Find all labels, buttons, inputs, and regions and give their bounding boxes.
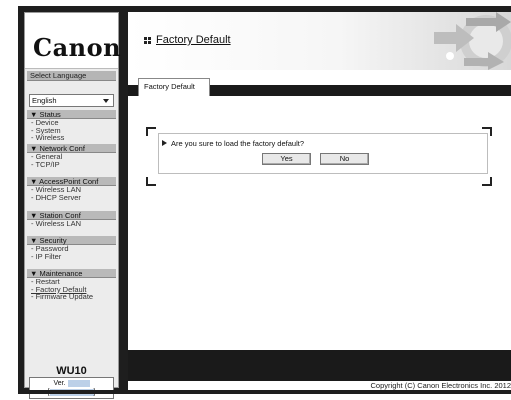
bracket-corner xyxy=(146,127,156,136)
decorative-arrows-graphic xyxy=(434,12,511,70)
triangle-right-icon xyxy=(162,140,167,146)
confirm-question: Are you sure to load the factory default… xyxy=(171,139,304,148)
sidebar: Canon Select Language English ▼ Status -… xyxy=(24,12,122,399)
nav-group-status: ▼ Status - Device - System - Wireless xyxy=(27,110,116,142)
nav-group-maintenance: ▼ Maintenance - Restart - Factory Defaul… xyxy=(27,269,116,301)
nav-item-firmware-update[interactable]: - Firmware Update xyxy=(27,293,116,301)
version-box: Ver. [] xyxy=(29,377,114,399)
bracket-corner xyxy=(482,177,492,186)
tab-factory-default[interactable]: Factory Default xyxy=(138,78,210,96)
nav-item-tcpip[interactable]: - TCP/IP xyxy=(27,160,116,169)
yes-button[interactable]: Yes xyxy=(262,153,311,165)
page-title: Factory Default xyxy=(156,34,231,46)
version-prefix: Ver. xyxy=(53,380,66,387)
nav-item-dhcp-server[interactable]: - DHCP Server xyxy=(27,193,116,202)
bracket-corner xyxy=(146,177,156,186)
nav-group-security: ▼ Security - Password - IP Filter xyxy=(27,236,116,260)
page-header: Factory Default xyxy=(128,12,511,70)
confirm-dialog: Are you sure to load the factory default… xyxy=(146,127,492,186)
grid-icon xyxy=(144,37,151,44)
nav-group-accesspoint-conf: ▼ AccessPoint Conf - Wireless LAN - DHCP… xyxy=(27,177,116,201)
logo-area: Canon xyxy=(25,13,122,69)
canon-logo: Canon xyxy=(33,33,122,62)
select-language-label: Select Language xyxy=(27,71,116,81)
copyright-text: Copyright (C) Canon Electronics Inc. 201… xyxy=(128,381,511,390)
content-area: Are you sure to load the factory default… xyxy=(128,96,511,350)
no-button[interactable]: No xyxy=(320,153,369,165)
language-value: English xyxy=(32,96,57,105)
redacted-version xyxy=(67,379,90,387)
nav-group-station-conf: ▼ Station Conf - Wireless LAN xyxy=(27,211,116,228)
main-pane: Factory Default Factory Default Are you … xyxy=(128,12,511,390)
model-name: WU10 xyxy=(56,365,87,377)
language-select[interactable]: English xyxy=(29,94,114,107)
nav-item-wireless[interactable]: - Wireless xyxy=(27,134,116,142)
nav-item-station-wireless-lan[interactable]: - Wireless LAN xyxy=(27,220,116,228)
nav-item-ip-filter[interactable]: - IP Filter xyxy=(27,252,116,261)
confirm-panel: Are you sure to load the factory default… xyxy=(158,133,488,174)
nav-group-network-conf: ▼ Network Conf - General - TCP/IP xyxy=(27,144,116,168)
chevron-down-icon xyxy=(103,99,109,103)
frame-bottom xyxy=(18,390,511,394)
